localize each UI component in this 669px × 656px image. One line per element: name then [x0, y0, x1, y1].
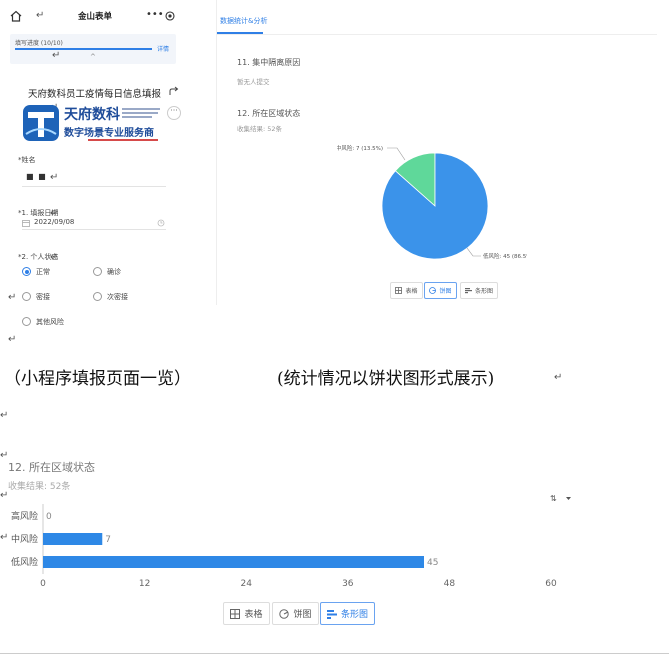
logo-english-line — [122, 108, 160, 110]
pie-chart: 中风险: 7 (13.5%) 低风险: 45 (86.5%) — [337, 144, 527, 260]
chevron-up-icon[interactable]: ^ — [90, 53, 96, 61]
bar-icon — [464, 288, 472, 294]
option-close-contact: 密接 — [36, 293, 50, 301]
table-view-label: 表格 — [405, 288, 418, 295]
progress-panel: 填写进度 (10/10) 详情 ^ — [10, 34, 176, 64]
bar-view-button[interactable]: 条形图 — [460, 282, 498, 299]
logo-english-line — [122, 112, 158, 114]
q12-count: 收集结果: 52条 — [237, 125, 283, 133]
pie-view-button[interactable]: 饼图 — [272, 602, 319, 625]
share-icon[interactable] — [168, 86, 179, 97]
bar-panel-count: 收集结果: 52条 — [8, 482, 71, 492]
detail-link[interactable]: 详情 — [157, 44, 169, 53]
field-underline — [22, 186, 166, 187]
return-mark: ↵ — [8, 292, 17, 303]
radio-secondary-contact[interactable] — [93, 292, 102, 301]
table-view-button[interactable]: 表格 — [390, 282, 423, 299]
bar-panel-title: 12. 所在区域状态 — [8, 461, 95, 474]
x-tick-label: 36 — [342, 579, 354, 589]
table-view-button[interactable]: 表格 — [223, 602, 270, 625]
name-value[interactable]: ■ ■ — [26, 172, 47, 181]
table-view-label: 表格 — [244, 610, 263, 620]
q11-empty-text: 暂无人提交 — [237, 78, 270, 86]
x-tick-label: 0 — [40, 579, 46, 589]
form-title: 天府数科员工疫情每日信息填报 — [28, 89, 162, 100]
value-label: 0 — [46, 512, 52, 522]
home-icon[interactable] — [10, 10, 22, 22]
x-tick-label: 60 — [545, 579, 557, 589]
right-caption: (统计情况以饼状图形式展示) — [277, 369, 495, 389]
x-tick-label: 48 — [444, 579, 456, 589]
company-logo: 天府数科 数字场景专业服务商 — [22, 104, 162, 146]
value-label: 7 — [105, 535, 111, 545]
stats-screenshot: 数据统计&分析 11. 集中隔离原因 暂无人提交 12. 所在区域状态 收集结果… — [216, 0, 657, 305]
pie-view-button[interactable]: 饼图 — [424, 282, 457, 299]
app-title: 金山表单 — [78, 12, 113, 22]
category-label: 中风险 — [11, 533, 38, 545]
radio-normal[interactable] — [22, 267, 31, 276]
option-other-risk: 其他风险 — [36, 318, 64, 326]
return-mark: ↵ — [36, 10, 45, 21]
more-options-icon[interactable]: ··· — [167, 106, 181, 120]
calendar-icon — [22, 220, 30, 227]
bar-icon — [326, 609, 337, 619]
logo-mark-icon — [23, 105, 59, 141]
logo-main-text: 天府数科 — [64, 107, 120, 123]
bar-view-label: 条形图 — [340, 610, 368, 620]
tab-divider — [217, 34, 657, 35]
bar — [43, 533, 103, 545]
tab-stats-analysis[interactable]: 数据统计&分析 — [220, 16, 267, 26]
category-label: 低风险 — [11, 556, 38, 568]
pie-view-label: 饼图 — [439, 288, 452, 295]
pie-label: 中风险: 7 (13.5%) — [337, 144, 383, 152]
table-icon — [230, 608, 241, 619]
x-tick-label: 24 — [240, 579, 252, 589]
return-mark: ↵ — [8, 334, 17, 345]
logo-contact-line — [88, 139, 158, 141]
more-icon[interactable]: ••• — [146, 9, 164, 20]
return-mark: ↵ — [52, 50, 61, 61]
table-icon — [395, 287, 403, 294]
q12-title: 12. 所在区域状态 — [237, 109, 301, 118]
q11-title: 11. 集中隔离原因 — [237, 58, 301, 67]
option-confirmed: 确诊 — [107, 268, 121, 276]
bar-view-label: 条形图 — [474, 288, 493, 295]
left-caption: （小程序填报页面一览） — [4, 369, 191, 389]
clock-icon[interactable] — [157, 219, 165, 227]
x-tick-label: 12 — [139, 579, 150, 589]
pie-icon — [279, 608, 290, 619]
bar — [43, 556, 424, 568]
mini-program-screenshot: ↵ 金山表单 ••• 填写进度 (10/10) 详情 ^ ↵ 天府数科员工疫情每… — [0, 0, 190, 345]
bar-chart: 高风险 0 中风险 7 低风险 45 0 12 24 36 48 60 — [11, 504, 557, 589]
date-value[interactable]: 2022/09/08 — [34, 218, 74, 226]
return-mark: ↵ — [0, 410, 9, 421]
app-topbar: ↵ 金山表单 ••• — [0, 0, 190, 34]
name-label: *姓名 — [18, 156, 36, 164]
field-underline — [22, 229, 166, 230]
option-normal: 正常 — [36, 268, 50, 276]
return-mark: ↵ — [50, 172, 59, 183]
pie-icon — [429, 287, 437, 294]
progress-fill — [15, 48, 152, 50]
category-label: 高风险 — [11, 510, 38, 522]
return-mark: ↵ — [50, 252, 59, 263]
bottom-divider — [0, 653, 669, 654]
bar-view-button[interactable]: 条形图 — [320, 602, 375, 625]
radio-other-risk[interactable] — [22, 317, 31, 326]
pie-view-label: 饼图 — [293, 610, 312, 620]
pie-label-line — [466, 247, 481, 257]
logo-english-line — [122, 116, 152, 118]
progress-label: 填写进度 (10/10) — [15, 40, 63, 47]
progress-track — [15, 48, 152, 50]
radio-confirmed[interactable] — [93, 267, 102, 276]
return-mark: ↵ — [554, 372, 563, 383]
close-target-icon[interactable] — [165, 11, 175, 21]
radio-close-contact[interactable] — [22, 292, 31, 301]
pie-label-line — [387, 147, 406, 161]
value-label: 45 — [427, 558, 438, 568]
bar-chart-screenshot: 12. 所在区域状态 收集结果: 52条 ⇅ 高风险 0 中风险 7 低风险 45 0 12 2… — [0, 450, 669, 656]
pie-label: 低风险: 45 (86.5%) — [483, 252, 527, 260]
logo-sub-text: 数字场景专业服务商 — [64, 128, 154, 139]
option-secondary-contact: 次密接 — [107, 293, 128, 301]
